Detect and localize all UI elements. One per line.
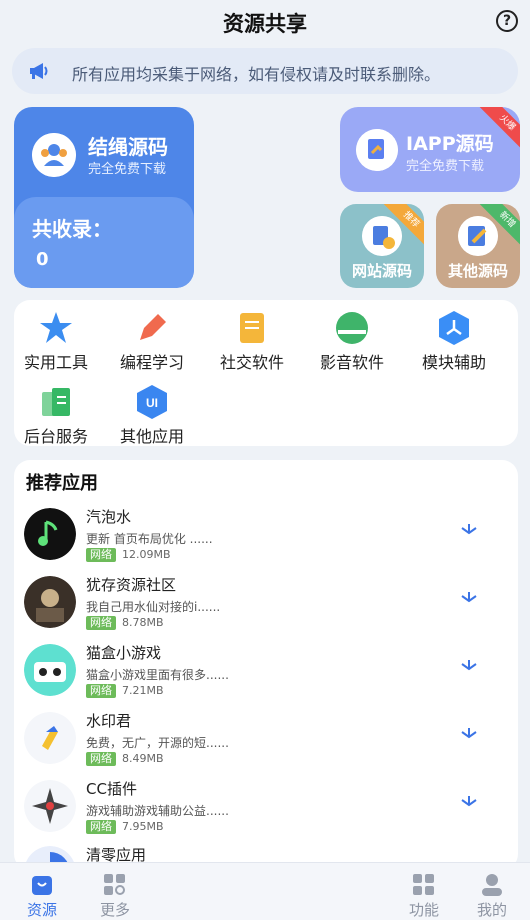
app-desc: 游戏辅助游戏辅助公益...... (86, 804, 229, 818)
edit-doc-icon (458, 216, 498, 256)
category-social[interactable]: 社交软件 (212, 304, 292, 372)
category-tools[interactable]: 实用工具 (16, 304, 96, 372)
server-icon (42, 388, 70, 416)
featured-card-other-source[interactable]: 其他源码 新增 (436, 204, 520, 288)
pen-icon (140, 314, 166, 340)
page-title: 资源共享 (223, 12, 307, 36)
recommend-title: 推荐应用 (26, 473, 98, 494)
app-desc: 免费，无广，开源的短...... (86, 736, 229, 750)
count-value: 0 (36, 249, 49, 270)
bottom-nav: 资源 更多 功能 我的 (0, 862, 530, 920)
network-tag: 网络 (86, 684, 116, 698)
web-doc-icon (362, 216, 402, 256)
download-icon[interactable] (460, 660, 478, 674)
app-desc: 我自己用水仙对接的i...... (86, 600, 221, 614)
landscape-icon (336, 312, 368, 344)
ui-icon: UI (137, 385, 167, 419)
network-tag: 网络 (86, 548, 116, 562)
user-icon (482, 874, 502, 896)
app-item[interactable]: CC插件 游戏辅助游戏辅助公益...... 网络 7.95MB (14, 778, 518, 844)
featured-card-jieshen[interactable]: 结绳源码 完全免费下载 共收录： 0 (14, 107, 194, 288)
web-source-name: 网站源码 (351, 262, 412, 280)
app-size: 12.09MB (122, 548, 171, 561)
nav-label: 更多 (99, 901, 130, 919)
network-tag: 网络 (86, 752, 116, 766)
plugin-app-icon (24, 780, 76, 832)
app-name: 猫盒小游戏 (86, 644, 162, 662)
app-size: 8.78MB (122, 616, 164, 629)
nav-label: 资源 (26, 901, 57, 919)
app-size: 7.21MB (122, 684, 164, 697)
app-name: 水印君 (86, 712, 132, 730)
app-desc: 更新 首页布局优化 ...... (86, 532, 213, 546)
count-panel: 共收录： 0 (14, 197, 194, 288)
nav-more[interactable]: 更多 (90, 869, 140, 919)
category-programming[interactable]: 编程学习 (112, 304, 192, 372)
svg-text:UI: UI (146, 396, 158, 410)
nav-label: 功能 (408, 901, 439, 919)
hexagon-icon (439, 311, 469, 345)
app-size: 7.95MB (122, 820, 164, 833)
category-label: 编程学习 (119, 353, 184, 372)
notice-text: 所有应用均采集于网络，如有侵权请及时联系删除。 (72, 65, 441, 84)
count-label: 共收录： (32, 217, 112, 241)
recommend-section: 推荐应用 汽泡水 更新 首页布局优化 ...... 网络 12.09MB 犹存资… (14, 460, 518, 870)
app-item[interactable]: 水印君 免费，无广，开源的短...... 网络 8.49MB (14, 710, 518, 776)
cat-game-icon (24, 644, 76, 696)
featured-subtitle: 完全免费下载 (88, 162, 167, 177)
download-icon[interactable] (460, 592, 478, 606)
note-icon (240, 313, 264, 343)
nav-resources[interactable]: 资源 (17, 869, 67, 919)
group-icon (32, 133, 76, 177)
nav-mine[interactable]: 我的 (467, 869, 517, 919)
network-tag: 网络 (86, 820, 116, 834)
app-name: 汽泡水 (86, 508, 132, 526)
category-label: 社交软件 (219, 353, 284, 372)
app-name: 犹存资源社区 (86, 576, 177, 594)
app-item[interactable]: 猫盒小游戏 猫盒小游戏里面有很多...... 网络 7.21MB (14, 642, 518, 708)
featured-card-iapp[interactable]: IAPP源码 完全免费下载 火爆 (340, 107, 520, 192)
iapp-name: IAPP源码 (406, 133, 494, 155)
notice-bar: 所有应用均采集于网络，如有侵权请及时联系删除。 (12, 48, 518, 94)
star-tool-icon (40, 312, 72, 343)
iapp-subtitle: 完全免费下载 (406, 159, 485, 174)
music-app-icon (24, 508, 76, 560)
app-item[interactable]: 犹存资源社区 我自己用水仙对接的i...... 网络 8.78MB (14, 574, 518, 640)
bag-icon (32, 876, 52, 895)
category-grid: 实用工具 编程学习 社交软件 影音软件 模块辅助 后台服务 UI 其他应用 (14, 300, 518, 446)
app-size: 8.49MB (122, 752, 164, 765)
network-tag: 网络 (86, 616, 116, 630)
category-label: 模块辅助 (421, 353, 486, 372)
nav-functions[interactable]: 功能 (399, 869, 449, 919)
featured-name: 结绳源码 (88, 135, 168, 159)
app-item[interactable]: 汽泡水 更新 首页布局优化 ...... 网络 12.09MB (14, 506, 518, 572)
category-label: 实用工具 (23, 353, 88, 372)
download-icon[interactable] (460, 524, 478, 538)
nav-label: 我的 (476, 901, 507, 919)
app-name: CC插件 (86, 780, 137, 798)
code-doc-icon (356, 129, 398, 171)
app-desc: 猫盒小游戏里面有很多...... (86, 668, 229, 682)
category-backend[interactable]: 后台服务 (16, 378, 96, 446)
watermark-app-icon (24, 712, 76, 764)
category-label: 其他应用 (119, 427, 184, 446)
other-source-name: 其他源码 (447, 262, 508, 280)
megaphone-icon (30, 63, 48, 79)
featured-card-web-source[interactable]: 网站源码 推荐 (340, 204, 424, 288)
top-bar: 资源共享 ? (0, 0, 530, 44)
category-modules[interactable]: 模块辅助 (414, 304, 494, 372)
category-other-apps[interactable]: UI 其他应用 (112, 378, 192, 446)
category-label: 后台服务 (23, 427, 88, 446)
help-icon[interactable]: ? (496, 10, 518, 32)
grid-search-icon (104, 874, 125, 895)
download-icon[interactable] (460, 728, 478, 742)
photo-app-icon (24, 576, 76, 628)
category-label: 影音软件 (319, 353, 384, 372)
category-media[interactable]: 影音软件 (312, 304, 392, 372)
download-icon[interactable] (460, 796, 478, 810)
apps-icon (413, 874, 434, 895)
